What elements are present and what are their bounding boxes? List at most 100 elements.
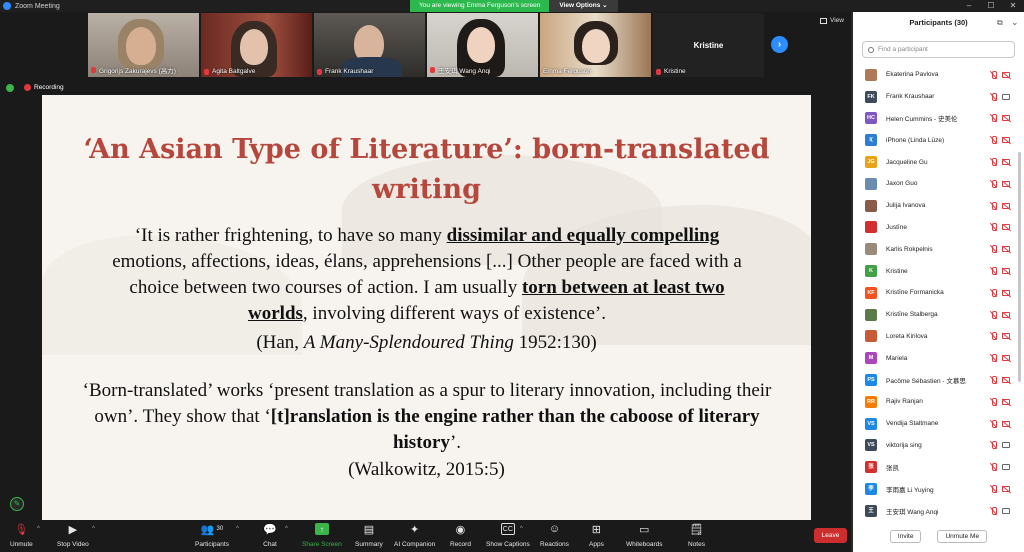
participant-row[interactable]: FK Frank Kraushaar [865, 86, 1010, 108]
participant-row[interactable]: JG Jacqueline Gu [865, 151, 1010, 173]
participant-name: viktorija sing [886, 441, 922, 449]
minimize-icon[interactable]: – [958, 0, 980, 12]
video-tile[interactable]: Kristine Kristine [653, 13, 764, 77]
tile-name: Agita Baltgalve [204, 68, 255, 75]
video-off-icon [1002, 377, 1010, 384]
whiteboards-button[interactable]: ▭ Whiteboards [626, 523, 663, 549]
participant-row[interactable]: Karlis Rokpelnis [865, 238, 1010, 260]
apps-button[interactable]: ⊞ Apps [589, 523, 604, 549]
participant-row[interactable]: RR Rajiv Ranjan [865, 391, 1010, 413]
ai-companion-button[interactable]: ✦ AI Companion [394, 523, 436, 549]
maximize-icon[interactable]: ☐ [980, 0, 1002, 12]
notes-button[interactable]: 🗒 Notes [688, 523, 705, 549]
popout-icon[interactable]: ⧉ [997, 18, 1003, 28]
participant-row[interactable]: Ekaterina Pavlova [865, 64, 1010, 86]
participant-status-icons [990, 419, 1010, 428]
participant-row[interactable]: K Kristine [865, 260, 1010, 282]
avatar: HC [865, 112, 877, 125]
quote-text: ‘It is rather frightening, to have so ma… [134, 225, 447, 246]
video-tile[interactable]: Emma Ferguson [540, 13, 651, 77]
share-screen-button[interactable]: ↑ Share Screen [302, 523, 342, 548]
stop-video-button[interactable]: ▶ Stop Video [57, 523, 89, 549]
leave-button[interactable]: Leave [814, 528, 847, 543]
participant-row[interactable]: Justīne [865, 217, 1010, 239]
recording-indicator[interactable]: Recording [24, 84, 64, 91]
participant-row[interactable]: 王 王安琪 Wang Anqi [865, 500, 1010, 522]
muted-mic-icon [990, 158, 997, 167]
annotate-pencil-icon[interactable]: ✎ [10, 497, 24, 511]
view-options-label: View Options [559, 2, 601, 9]
participant-row[interactable]: Loreta Kirilova [865, 326, 1010, 348]
tile-name: 王安琪 Wang Anqi [430, 65, 491, 75]
participant-row[interactable]: HC Helen Cummins - 史美伦 [865, 108, 1010, 130]
panel-scrollbar[interactable] [1018, 152, 1021, 382]
video-tile[interactable]: Frank Kraushaar [314, 13, 425, 77]
search-input[interactable] [878, 46, 1008, 53]
participant-row[interactable]: Jaxon Guo [865, 173, 1010, 195]
muted-mic-icon [204, 68, 209, 75]
muted-mic-icon [990, 332, 997, 341]
record-label: Record [450, 541, 471, 548]
ai-companion-label: AI Companion [394, 541, 436, 548]
view-button[interactable]: View [820, 17, 844, 24]
video-camera-icon [1002, 464, 1010, 471]
participant-row[interactable]: PS Pacôme Sébastien - 文慕思 [865, 369, 1010, 391]
participant-row[interactable]: 李 李雨嘉 Li Yuying [865, 478, 1010, 500]
security-shield-icon[interactable] [6, 84, 14, 92]
view-options-button[interactable]: View Options ⌄ [549, 0, 618, 12]
video-off-icon [1002, 289, 1010, 296]
muted-mic-icon [990, 441, 997, 450]
avatar: M [865, 352, 877, 365]
unmute-me-button[interactable]: Unmute Me [937, 530, 988, 543]
participant-name: Pacôme Sébastien - 文慕思 [886, 378, 966, 386]
participant-row[interactable]: M Mariela [865, 347, 1010, 369]
video-off-icon [1002, 355, 1010, 362]
participants-button[interactable]: 👥 30 Participants [195, 523, 229, 549]
video-options-caret-icon[interactable]: ^ [92, 526, 95, 532]
video-off-icon [1002, 420, 1010, 427]
muted-mic-icon: 🎙 [14, 523, 29, 536]
panel-footer: Invite Unmute Me [853, 530, 1024, 543]
participants-icon: 👥 30 [200, 523, 224, 536]
show-captions-button[interactable]: CC Show Captions [486, 523, 530, 548]
slide-quote-walkowitz: ‘Born-translated’ works ‘present transla… [82, 378, 772, 456]
participant-name: Jaxon Guo [886, 180, 918, 188]
participant-search[interactable] [862, 41, 1015, 58]
participants-caret-icon[interactable]: ^ [236, 526, 239, 532]
chat-caret-icon[interactable]: ^ [285, 526, 288, 532]
video-strip: Grigorijs Zakurajevs (高力) Agita Baltgalv… [88, 13, 764, 77]
chat-button[interactable]: 💬 Chat [263, 523, 277, 549]
video-tile[interactable]: Grigorijs Zakurajevs (高力) [88, 13, 199, 77]
muted-mic-icon [990, 114, 997, 123]
next-page-arrow-icon[interactable]: › [771, 36, 788, 53]
invite-button[interactable]: Invite [889, 530, 922, 543]
participant-row[interactable]: VS Vendija Staltmane [865, 413, 1010, 435]
whiteboard-icon: ▭ [639, 523, 650, 536]
tile-name-text: Grigorijs Zakurajevs (高力) [99, 68, 176, 75]
reactions-button[interactable]: ☺ Reactions [540, 523, 569, 548]
participant-row[interactable]: I(iPhone (Linda Lūze) [865, 129, 1010, 151]
summary-button[interactable]: ▤ Summary [355, 523, 383, 549]
audio-options-caret-icon[interactable]: ^ [37, 526, 40, 532]
participant-row[interactable]: 张 张凯 [865, 456, 1010, 478]
participant-name: Karlis Rokpelnis [886, 245, 933, 253]
close-icon[interactable]: ✕ [1002, 0, 1024, 12]
video-tile[interactable]: 王安琪 Wang Anqi [427, 13, 538, 77]
window-controls: – ☐ ✕ [958, 0, 1024, 12]
slide-quote-han: ‘It is rather frightening, to have so ma… [102, 223, 752, 327]
captions-caret-icon[interactable]: ^ [520, 526, 523, 532]
citation-text: (Han, [256, 332, 304, 353]
avatar: 张 [865, 461, 877, 474]
panel-chevron-icon[interactable]: ⌄ [1011, 17, 1019, 28]
unmute-button[interactable]: 🎙 Unmute [10, 523, 33, 549]
participant-name: 王安琪 Wang Anqi [886, 508, 939, 516]
zoom-logo-icon [3, 2, 11, 10]
participant-name: Rajiv Ranjan [886, 398, 923, 406]
video-off-icon [1002, 137, 1010, 144]
participant-row[interactable]: KF Kristīne Formanicka [865, 282, 1010, 304]
record-button[interactable]: ◉ Record [450, 523, 471, 549]
video-tile[interactable]: Agita Baltgalve [201, 13, 312, 77]
participant-row[interactable]: Kristīne Stalberga [865, 304, 1010, 326]
participant-row[interactable]: Julija Ivanova [865, 195, 1010, 217]
participant-row[interactable]: VS viktorija sing [865, 435, 1010, 457]
